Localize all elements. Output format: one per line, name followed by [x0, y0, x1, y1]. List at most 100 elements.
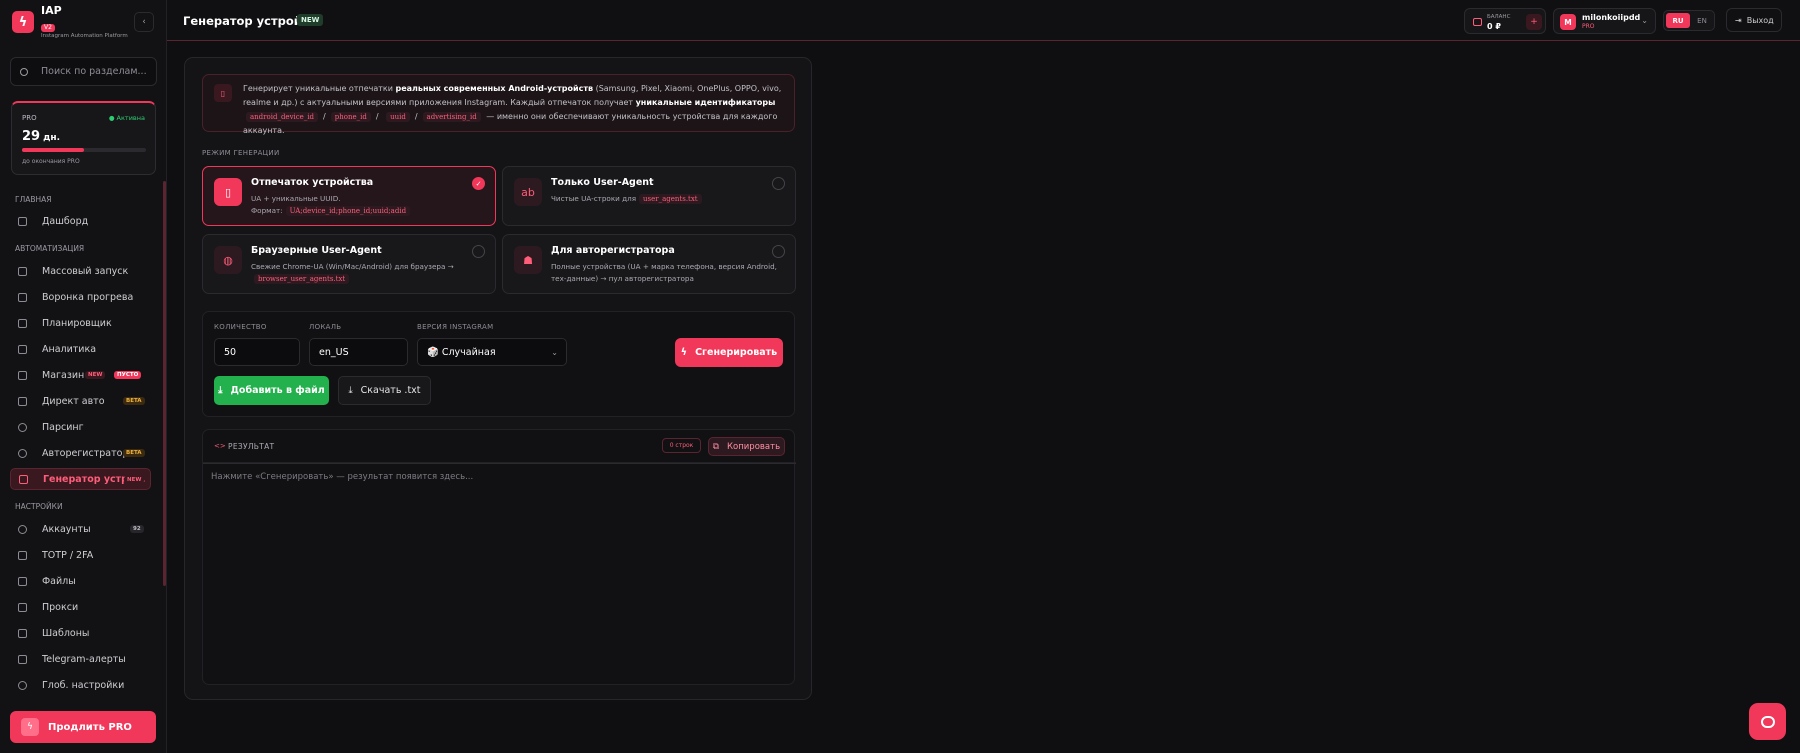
mode-desc-format: Формат:: [251, 206, 283, 215]
add-to-file-button[interactable]: ⤓ Добавить в файл: [214, 376, 329, 405]
phone-icon: [19, 474, 28, 484]
quantity-input[interactable]: 50: [214, 338, 300, 366]
collapse-sidebar-button[interactable]: ‹: [134, 12, 154, 32]
sidebar-item-direct-auto[interactable]: Директ авто BETA: [10, 390, 151, 412]
sidebar-item-accounts[interactable]: Аккаунты 92: [10, 518, 151, 540]
top-header: Генератор устройств NEW БАЛАНС 0 ₽ + M m…: [167, 0, 1800, 41]
quantity-label: КОЛИЧЕСТВО: [214, 323, 267, 331]
robot-icon: ☗: [514, 246, 542, 274]
sidebar-item-mass-launch[interactable]: Массовый запуск: [10, 260, 151, 282]
mode-title: Только User-Agent: [551, 177, 654, 188]
radio-button[interactable]: [472, 245, 485, 258]
info-banner: ▯ Генерирует уникальные отпечатки реальн…: [202, 74, 795, 135]
sidebar-item-proxies[interactable]: Прокси: [10, 596, 151, 618]
phone-icon: ▯: [214, 84, 232, 102]
result-panel: <> РЕЗУЛЬТАТ 0 строк ⧉ Копировать Нажмите…: [202, 429, 796, 685]
brand-text: IAP V2 Instagram Automation Platform: [41, 5, 128, 40]
sidebar-item-shop[interactable]: Магазин NEW ПУСТО: [10, 364, 151, 386]
brand-subtitle: Instagram Automation Platform: [41, 32, 128, 39]
beta-badge: BETA: [123, 449, 145, 457]
mode-desc-line: UA + уникальные UUID.: [251, 194, 341, 203]
beta-badge: BETA: [123, 397, 145, 405]
locale-input[interactable]: en_US: [309, 338, 408, 366]
lang-en-button[interactable]: EN: [1691, 13, 1713, 28]
mode-user-agent-only[interactable]: ab Только User-Agent Чистые UA-строки дл…: [502, 166, 796, 226]
bolt-icon: ϟ: [21, 718, 39, 736]
sidebar-item-global-settings[interactable]: Глоб. настройки: [10, 674, 151, 696]
sidebar-item-parsing[interactable]: Парсинг: [10, 416, 151, 438]
nav-section-settings: НАСТРОЙКИ: [15, 502, 63, 511]
sidebar-item-telegram-alerts[interactable]: Telegram-алерты: [10, 648, 151, 670]
phone-icon: ▯: [214, 178, 242, 206]
separator: /: [323, 112, 326, 121]
sidebar-item-templates[interactable]: Шаблоны: [10, 622, 151, 644]
radio-button[interactable]: [772, 245, 785, 258]
sidebar-item-analytics[interactable]: Аналитика: [10, 338, 151, 360]
sidebar-item-files[interactable]: Файлы: [10, 570, 151, 592]
language-switcher: RU EN: [1663, 10, 1715, 31]
mode-device-fingerprint[interactable]: ▯ Отпечаток устройства UA + уникальные U…: [202, 166, 496, 226]
download-txt-button[interactable]: ⤓ Скачать .txt: [338, 376, 431, 405]
copy-button[interactable]: ⧉ Копировать: [708, 437, 785, 456]
balance-widget: БАЛАНС 0 ₽ +: [1464, 8, 1546, 34]
sidebar-item-label: Прокси: [42, 601, 79, 613]
bar-chart-icon: [18, 344, 27, 354]
lang-ru-button[interactable]: RU: [1666, 13, 1690, 28]
sidebar-item-autoregistrator[interactable]: Авторегистратор BETA: [10, 442, 151, 464]
mode-browser-user-agent[interactable]: ◍ Браузерные User-Agent Свежие Chrome-UA…: [202, 234, 496, 294]
renew-pro-label: Продлить PRO: [48, 721, 132, 733]
mode-description: Свежие Chrome-UA (Win/Mac/Android) для б…: [251, 261, 486, 285]
sidebar-item-warmup-funnel[interactable]: Воронка прогрева: [10, 286, 151, 308]
copy-icon: ⧉: [712, 441, 719, 452]
text-icon: ab: [514, 178, 542, 206]
support-chat-button[interactable]: [1749, 703, 1786, 740]
sidebar-item-label: Авторегистратор: [42, 447, 129, 459]
title-new-badge: NEW: [297, 14, 324, 26]
sidebar-item-device-generator[interactable]: Генератор устро... NEW: [10, 468, 151, 490]
mode-desc-line: Свежие Chrome-UA (Win/Mac/Android) для б…: [251, 262, 454, 271]
nav-section-automation: АВТОМАТИЗАЦИЯ: [15, 244, 85, 253]
radio-button[interactable]: [772, 177, 785, 190]
sidebar-search[interactable]: Поиск по разделам...: [10, 57, 157, 86]
chat-icon: [1760, 715, 1775, 728]
nav-section-main: ГЛАВНАЯ: [15, 195, 52, 204]
code-uuid: uuid: [386, 112, 410, 122]
sidebar-item-totp[interactable]: TOTP / 2FA: [10, 544, 151, 566]
sidebar-item-dashboard[interactable]: Дашборд: [10, 210, 151, 232]
instagram-version-value: 🎲 Случайная: [427, 346, 496, 358]
chevron-left-icon: ‹: [142, 17, 146, 27]
new-badge: NEW: [85, 371, 106, 379]
renew-pro-button[interactable]: ϟ Продлить PRO: [10, 711, 156, 743]
add-balance-button[interactable]: +: [1526, 14, 1542, 30]
sidebar-scrollbar[interactable]: [163, 181, 166, 586]
sidebar-item-label: Массовый запуск: [42, 265, 129, 277]
sidebar-item-label: Аккаунты: [42, 523, 91, 535]
mode-format-code: UA;device_id;phone_id;uuid;adid: [285, 206, 411, 216]
generate-button[interactable]: ϟ Сгенерировать: [675, 338, 783, 367]
shop-icon: [18, 370, 27, 380]
mode-desc-line: Чистые UA-строки для: [551, 194, 637, 203]
result-placeholder: Нажмите «Сгенерировать» — результат появ…: [211, 472, 474, 482]
result-textarea[interactable]: Нажмите «Сгенерировать» — результат появ…: [203, 463, 796, 685]
sidebar: ϟ IAP V2 Instagram Automation Platform ‹…: [0, 0, 167, 753]
app-root: ϟ IAP V2 Instagram Automation Platform ‹…: [0, 0, 1800, 753]
logout-button[interactable]: ⇥ Выход: [1726, 8, 1782, 32]
mode-title: Для авторегистратора: [551, 245, 675, 256]
user-plan: PRO: [1582, 23, 1595, 30]
mode-autoregistrator[interactable]: ☗ Для авторегистратора Полные устройства…: [502, 234, 796, 294]
folder-icon: [18, 576, 27, 586]
instagram-version-select[interactable]: 🎲 Случайная ⌄: [417, 338, 567, 366]
pro-label: PRO: [22, 114, 37, 122]
sidebar-item-scheduler[interactable]: Планировщик: [10, 312, 151, 334]
result-header: <> РЕЗУЛЬТАТ 0 строк ⧉ Копировать: [203, 430, 796, 463]
mode-description: Полные устройства (UA + марка телефона, …: [551, 262, 777, 283]
flame-icon: [18, 292, 27, 302]
balance-label: БАЛАНС: [1487, 14, 1511, 20]
code-icon: <>: [214, 442, 226, 450]
search-input[interactable]: Поиск по разделам...: [41, 66, 147, 77]
brand[interactable]: ϟ IAP V2 Instagram Automation Platform: [12, 5, 128, 40]
grid-icon: [18, 216, 27, 226]
copy-label: Копировать: [726, 441, 781, 452]
user-plus-icon: [18, 448, 27, 458]
user-menu[interactable]: M milonkoiipdd PRO ⌄: [1553, 8, 1656, 34]
